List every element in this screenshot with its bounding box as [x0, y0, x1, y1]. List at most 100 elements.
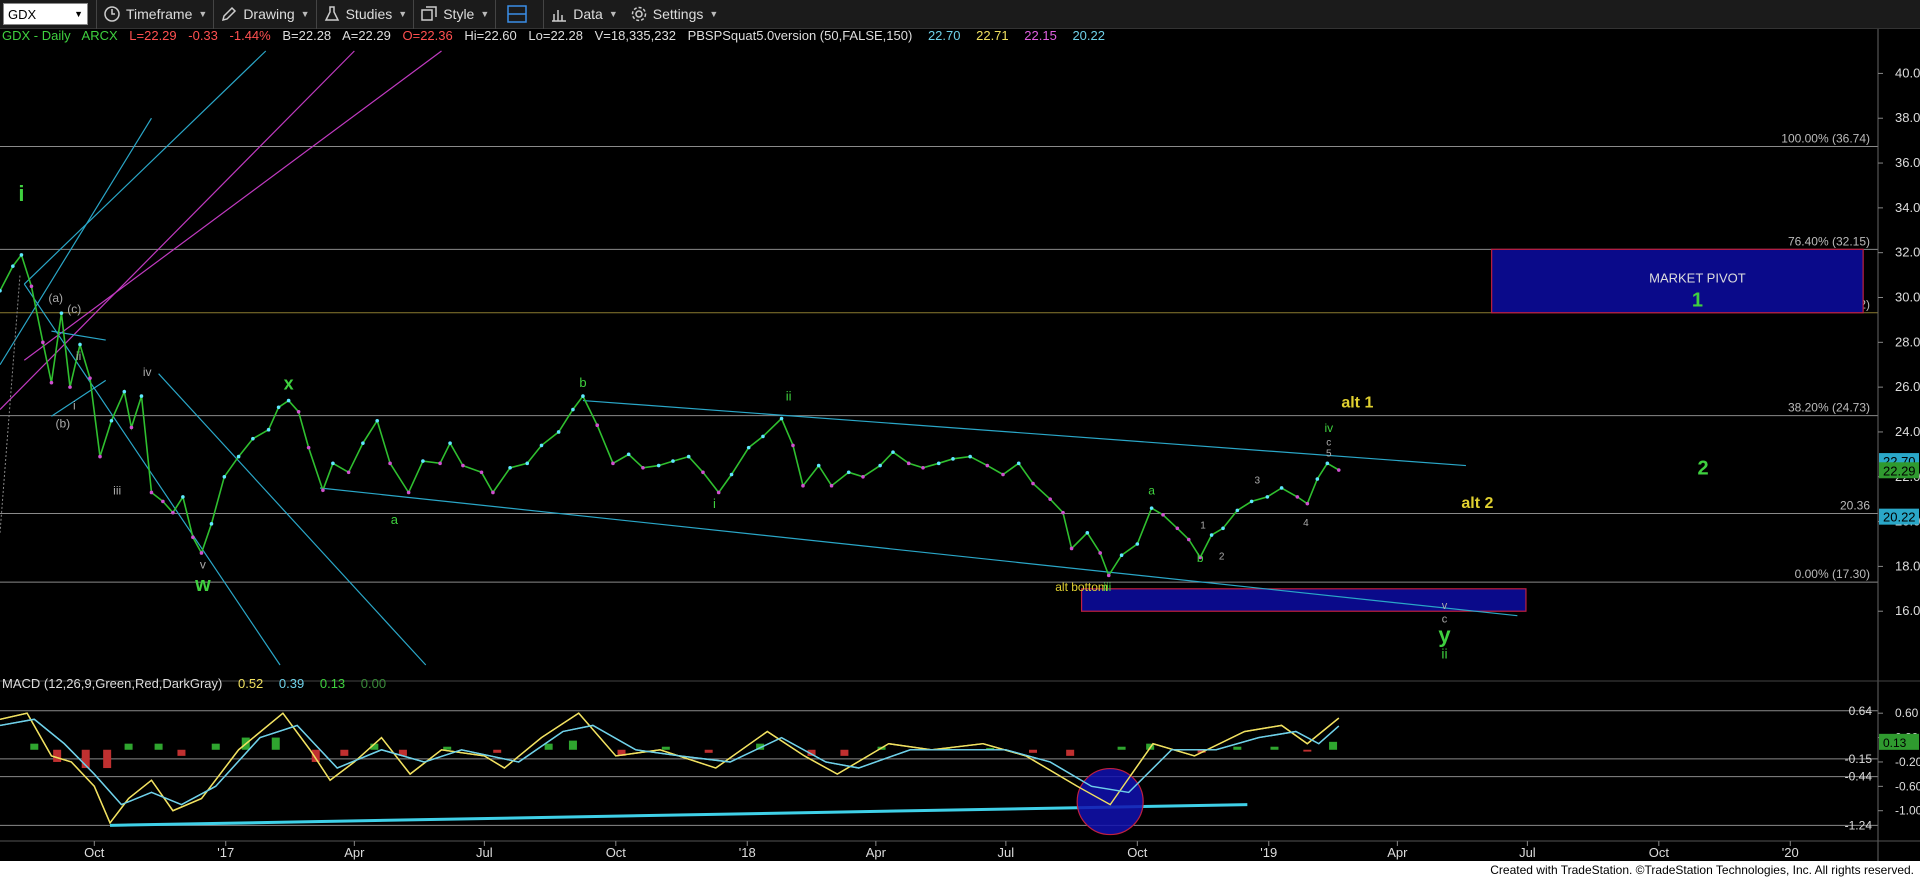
- macd-y-tick-label: -0.60: [1895, 779, 1920, 793]
- macd-histogram-bar: [53, 749, 62, 762]
- macd-y-tick-label: -1.00: [1895, 804, 1920, 818]
- price-point: [921, 466, 925, 470]
- y-tick-label: 28.00: [1895, 334, 1920, 349]
- wave-label: w: [194, 574, 211, 596]
- price-point: [1016, 461, 1021, 466]
- macd-histogram-bar: [30, 743, 39, 750]
- macd-histogram-bar: [177, 749, 186, 756]
- price-point: [479, 470, 484, 475]
- price-point: [1106, 573, 1111, 578]
- macd-value: 0.13: [320, 676, 345, 691]
- header-study-value: 20.22: [1072, 29, 1105, 43]
- wave-label: 1: [1200, 520, 1206, 531]
- price-point: [276, 405, 281, 410]
- macd-histogram-bar: [1233, 746, 1242, 750]
- macd-value: 0.00: [361, 676, 386, 691]
- x-tick-label: Jul: [998, 845, 1015, 860]
- price-point: [266, 427, 271, 432]
- x-tick-label: '17: [217, 845, 234, 860]
- price-point: [829, 483, 834, 488]
- macd-histogram-bar: [271, 737, 280, 750]
- studies-menu[interactable]: Studies ▼: [315, 0, 414, 29]
- y-tick-label: 24.00: [1895, 424, 1920, 439]
- price-point: [746, 445, 751, 450]
- macd-header: MACD (12,26,9,Green,Red,DarkGray) 0.52 0…: [2, 676, 386, 691]
- price-point: [1265, 495, 1270, 499]
- price-point: [1001, 472, 1005, 477]
- price-point: [791, 443, 795, 448]
- caret-down-icon: ▼: [300, 9, 310, 19]
- wave-label: 3: [1255, 475, 1261, 486]
- macd-histogram-bar: [1303, 749, 1312, 752]
- price-point: [1221, 526, 1225, 531]
- fib-level-label: 38.20% (24.73): [1788, 401, 1870, 415]
- header-study-value: 22.15: [1024, 29, 1057, 43]
- price-point: [1161, 513, 1165, 517]
- header-low: Lo=22.28: [528, 29, 583, 43]
- settings-menu[interactable]: Settings ▼: [624, 0, 725, 29]
- data-menu[interactable]: Data ▼: [543, 0, 624, 29]
- macd-histogram-bar: [103, 749, 112, 769]
- y-tick-label: 36.00: [1895, 155, 1920, 170]
- price-point: [1325, 461, 1330, 466]
- header-study-value: 22.71: [976, 29, 1009, 43]
- price-point: [461, 463, 465, 468]
- price-point: [1209, 533, 1214, 537]
- x-tick-label: Apr: [866, 845, 887, 860]
- x-tick-label: Apr: [1387, 845, 1408, 860]
- macd-histogram-bar: [1270, 746, 1279, 750]
- wave-label: iii: [113, 484, 121, 498]
- y-tick-label: 18.00: [1895, 558, 1920, 573]
- price-point: [181, 495, 185, 499]
- zone-label: MARKET PIVOT: [1649, 270, 1746, 285]
- settings-label: Settings: [652, 6, 704, 22]
- price-point: [296, 409, 301, 414]
- clock-icon: [104, 6, 120, 22]
- caret-down-icon: ▼: [398, 9, 408, 19]
- x-tick-label: Oct: [84, 845, 105, 860]
- price-tag-label: 20.22: [1883, 510, 1916, 525]
- fib-level-label: 20.36: [1840, 499, 1870, 513]
- y-tick-label: 26.00: [1895, 379, 1920, 394]
- symbol-text: GDX: [8, 6, 37, 22]
- price-point: [761, 434, 765, 439]
- price-point: [41, 340, 45, 345]
- wave-label: v: [200, 558, 206, 572]
- price-point: [671, 459, 675, 463]
- price-point: [891, 450, 895, 454]
- macd-histogram-bar: [154, 743, 163, 750]
- wave-label: iv: [143, 365, 152, 379]
- price-point: [816, 463, 821, 468]
- wave-label: (c): [67, 302, 81, 316]
- chart[interactable]: 100.00% (36.74)76.40% (32.15)61.80% (29.…: [0, 29, 1920, 861]
- header-pct: -1.44%: [230, 29, 272, 43]
- price-point: [861, 474, 865, 479]
- wave-label: c: [1326, 437, 1331, 448]
- price-point: [388, 461, 392, 466]
- timeframe-menu[interactable]: Timeframe ▼: [96, 0, 213, 29]
- price-point: [78, 342, 82, 347]
- macd-histogram-bar: [311, 749, 320, 762]
- price-point: [346, 470, 351, 475]
- price-point: [421, 459, 425, 463]
- price-point: [1119, 553, 1124, 557]
- chart-background: [0, 29, 1920, 861]
- macd-value: 0.52: [238, 676, 263, 691]
- wave-label: iii: [1103, 580, 1111, 594]
- style-menu[interactable]: Style ▼: [413, 0, 495, 29]
- drawing-menu[interactable]: Drawing ▼: [213, 0, 315, 29]
- price-point: [1048, 497, 1052, 501]
- drawing-label: Drawing: [243, 6, 295, 22]
- header-last: L=22.29: [129, 29, 176, 43]
- price-point: [1249, 499, 1254, 504]
- wave-label: b: [1197, 551, 1204, 565]
- price-point: [951, 457, 955, 461]
- wave-label: i: [73, 399, 76, 413]
- price-point: [1031, 481, 1035, 486]
- price-point: [129, 425, 134, 430]
- price-tag-label: 22.29: [1883, 463, 1916, 478]
- layout-button[interactable]: [495, 0, 543, 29]
- symbol-selector[interactable]: GDX ▼: [3, 3, 88, 25]
- macd-histogram-bar: [568, 740, 577, 750]
- price-point: [98, 454, 102, 459]
